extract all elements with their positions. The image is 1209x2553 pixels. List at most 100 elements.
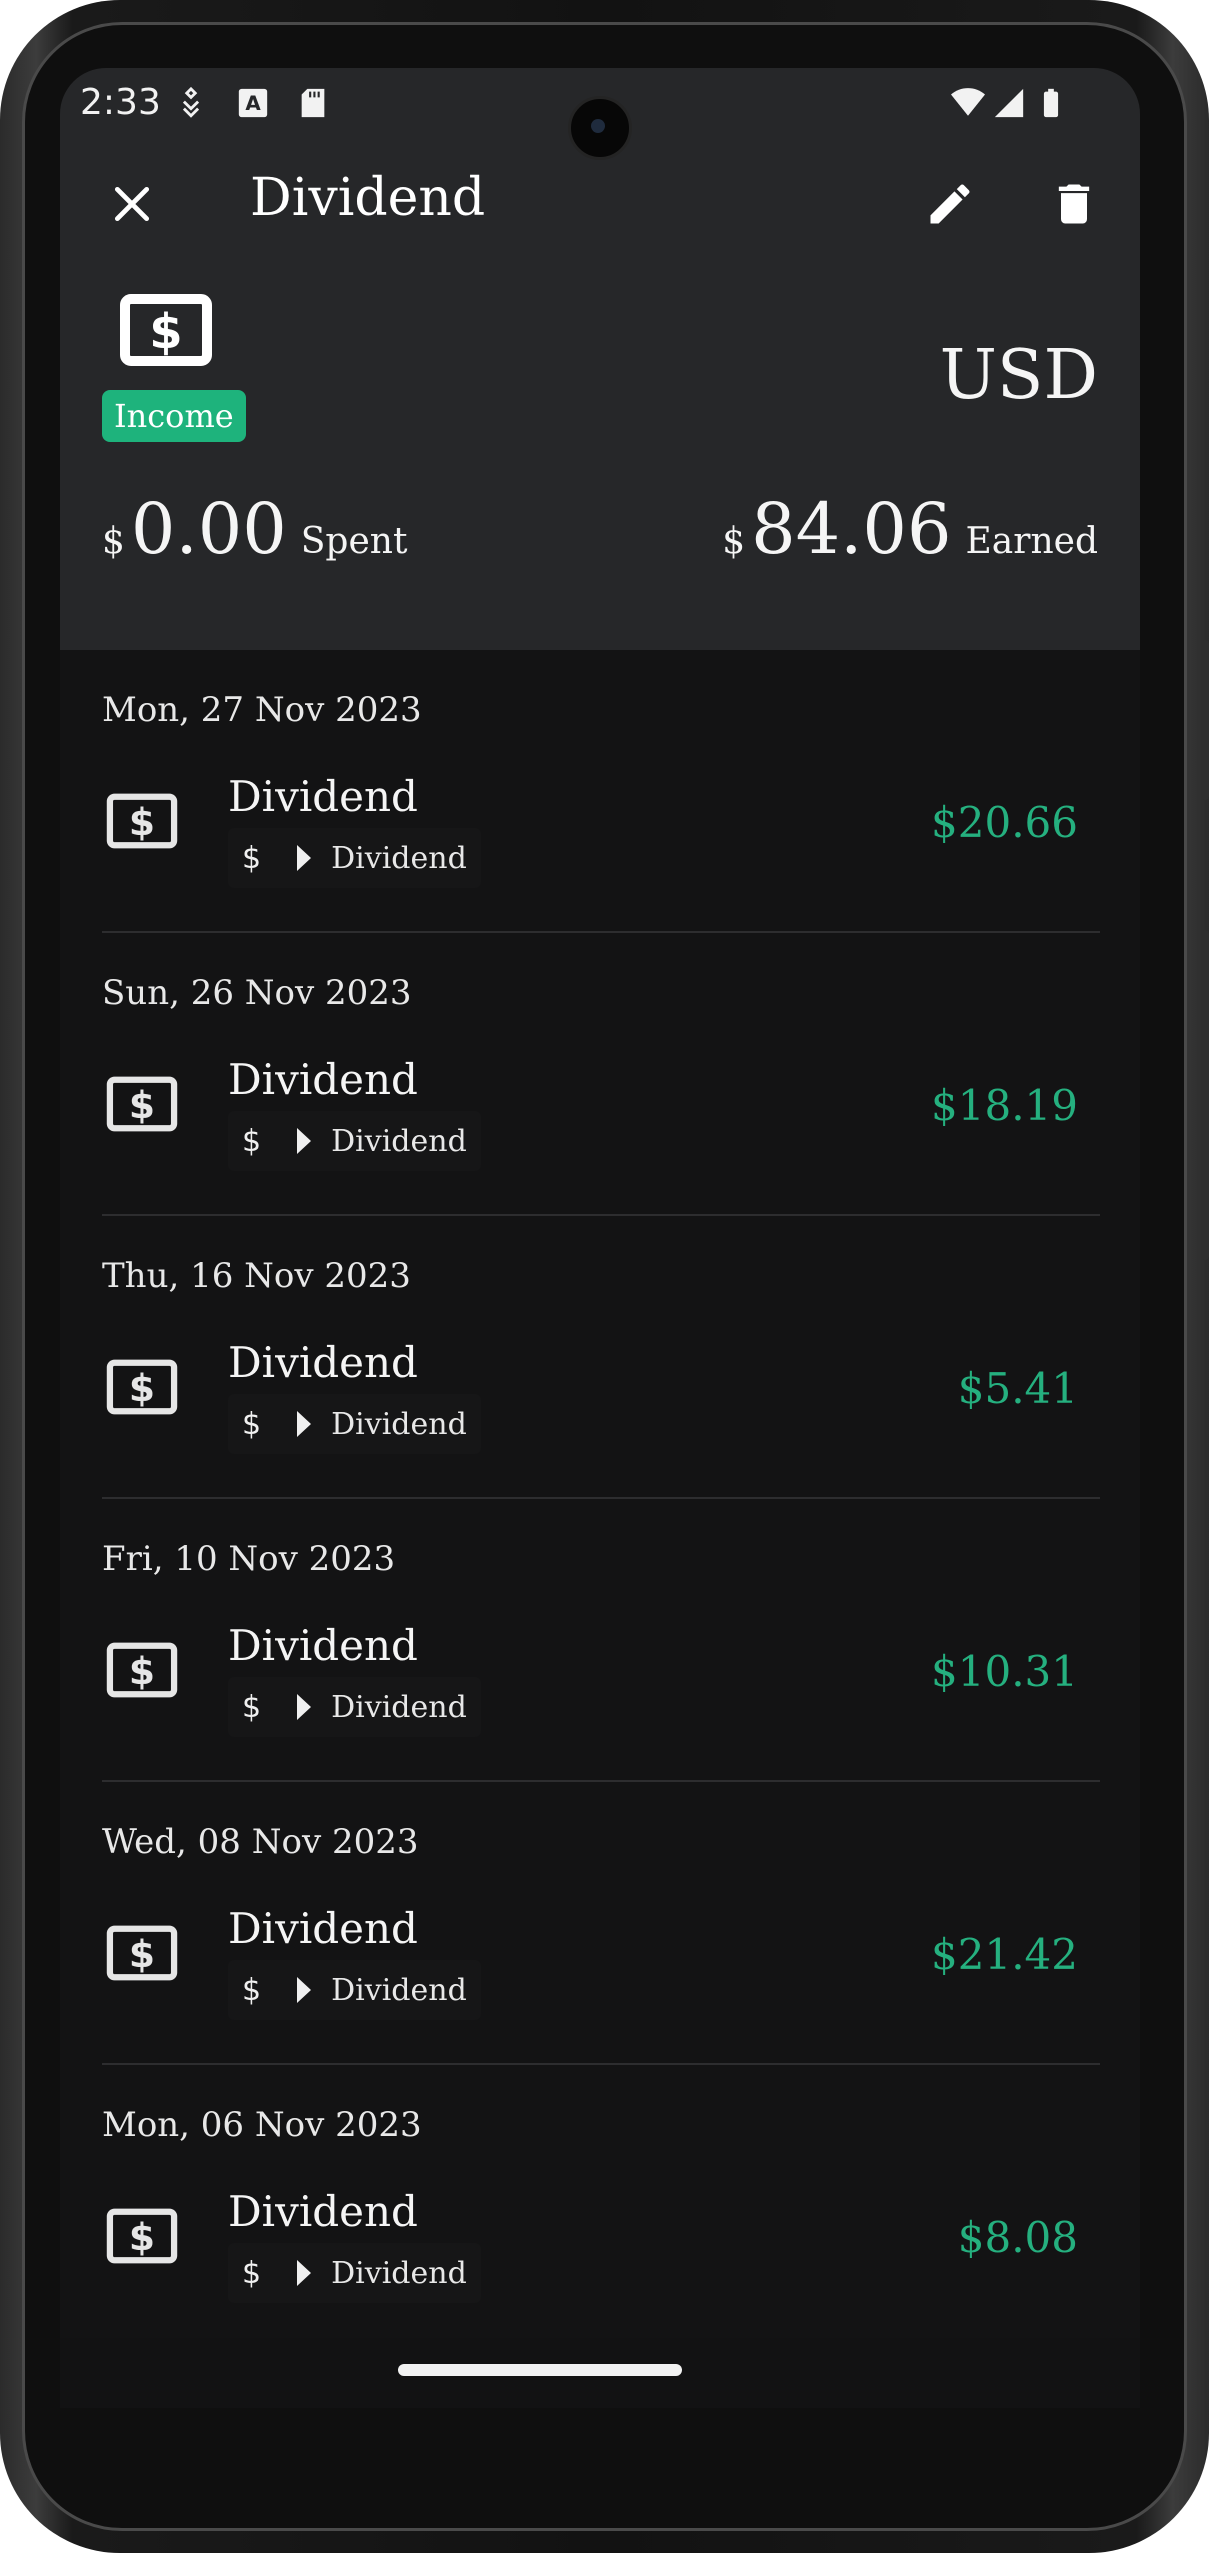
account-symbol: $ <box>242 1406 262 1442</box>
transaction-date: Wed, 08 Nov 2023 <box>102 1822 419 1862</box>
currency-code: USD <box>939 336 1098 415</box>
power-button <box>1201 640 1209 800</box>
transaction-category: Dividend <box>331 840 467 876</box>
transaction-title: Dividend <box>228 772 418 821</box>
transaction-group: Mon, 27 Nov 2023 $ Dividend $ Dividend $… <box>102 650 1100 933</box>
svg-text:A: A <box>245 92 261 115</box>
transaction-row[interactable]: $ Dividend $ Dividend $18.19 <box>102 1043 1100 1183</box>
transaction-amount: $21.42 <box>931 1930 1078 1979</box>
account-symbol: $ <box>242 840 262 876</box>
transaction-date: Fri, 10 Nov 2023 <box>102 1539 396 1579</box>
home-gesture-handle[interactable] <box>398 2364 682 2376</box>
close-button[interactable] <box>92 164 172 244</box>
transaction-date: Sun, 26 Nov 2023 <box>102 973 412 1013</box>
money-bill-icon: $ <box>120 294 212 366</box>
svg-text:$: $ <box>129 1932 155 1976</box>
front-camera <box>568 96 632 160</box>
close-icon <box>114 186 150 222</box>
transaction-row[interactable]: $ Dividend $ Dividend $8.08 <box>102 2175 1100 2315</box>
transaction-account-category: $ Dividend <box>228 828 481 888</box>
transaction-title: Dividend <box>228 1621 418 1670</box>
volume-button <box>1201 930 1209 1260</box>
money-bill-icon: $ <box>106 1642 178 1698</box>
edit-button[interactable] <box>910 164 990 244</box>
pencil-icon <box>930 184 970 224</box>
svg-text:$: $ <box>129 1083 155 1127</box>
spent-amount: 0.00 <box>130 488 287 570</box>
transaction-row[interactable]: $ Dividend $ Dividend $5.41 <box>102 1326 1100 1466</box>
chevron-right-icon <box>297 1694 312 1720</box>
transaction-category: Dividend <box>331 1972 467 2008</box>
chevron-right-icon <box>297 845 312 871</box>
transaction-category: Dividend <box>331 1406 467 1442</box>
transaction-account-category: $ Dividend <box>228 1111 481 1171</box>
transaction-amount: $8.08 <box>957 2213 1078 2262</box>
page-title: Dividend <box>250 168 486 228</box>
spent-summary: $ 0.00 Spent <box>102 488 407 570</box>
transaction-amount: $10.31 <box>931 1647 1078 1696</box>
transaction-amount: $20.66 <box>931 798 1078 847</box>
transaction-title: Dividend <box>228 1904 418 1953</box>
transaction-row[interactable]: $ Dividend $ Dividend $20.66 <box>102 760 1100 900</box>
transaction-group: Sun, 26 Nov 2023 $ Dividend $ Dividend $… <box>102 933 1100 1216</box>
transaction-account-category: $ Dividend <box>228 1960 481 2020</box>
spent-currency-symbol: $ <box>102 521 125 562</box>
transaction-group: Mon, 06 Nov 2023 $ Dividend $ Dividend $… <box>102 2065 1100 2348</box>
transaction-list: Mon, 27 Nov 2023 $ Dividend $ Dividend $… <box>102 650 1100 2348</box>
spent-label: Spent <box>300 521 408 562</box>
transaction-account-category: $ Dividend <box>228 1677 481 1737</box>
status-bar: 2:33 A <box>60 68 1140 168</box>
transaction-group: Thu, 16 Nov 2023 $ Dividend $ Dividend $… <box>102 1216 1100 1499</box>
chevron-right-icon <box>297 2260 312 2286</box>
sd-card-icon <box>301 88 325 118</box>
account-symbol: $ <box>242 1123 262 1159</box>
account-symbol: $ <box>242 2255 262 2291</box>
transaction-date: Mon, 06 Nov 2023 <box>102 2105 422 2145</box>
transaction-date: Thu, 16 Nov 2023 <box>102 1256 411 1296</box>
account-symbol: $ <box>242 1972 262 2008</box>
chevron-right-icon <box>297 1411 312 1437</box>
earned-amount: 84.06 <box>751 488 952 570</box>
transaction-amount: $18.19 <box>931 1081 1078 1130</box>
svg-text:$: $ <box>129 1366 155 1410</box>
money-bill-icon: $ <box>106 1359 178 1415</box>
transaction-group: Wed, 08 Nov 2023 $ Dividend $ Dividend $… <box>102 1782 1100 2065</box>
phone-frame: 2:33 A Dividend $ Income USD $ 0.00 Spen… <box>0 0 1209 2553</box>
svg-text:$: $ <box>149 304 182 360</box>
earned-label: Earned <box>965 521 1099 562</box>
transaction-account-category: $ Dividend <box>228 1394 481 1454</box>
category-header: 2:33 A Dividend $ Income USD $ 0.00 Spen… <box>60 68 1140 650</box>
transaction-row[interactable]: $ Dividend $ Dividend $21.42 <box>102 1892 1100 2032</box>
transaction-category: Dividend <box>331 1689 467 1725</box>
chevron-right-icon <box>297 1128 312 1154</box>
svg-text:$: $ <box>129 2215 155 2259</box>
transaction-category: Dividend <box>331 1123 467 1159</box>
money-bill-icon: $ <box>106 793 178 849</box>
transaction-title: Dividend <box>228 2187 418 2236</box>
accessibility-icon <box>182 86 200 118</box>
income-type-badge: Income <box>102 390 246 442</box>
status-time: 2:33 <box>80 82 161 123</box>
translate-icon: A <box>238 88 268 118</box>
money-bill-icon: $ <box>106 1925 178 1981</box>
earned-summary: $ 84.06 Earned <box>722 488 1098 570</box>
money-bill-icon: $ <box>106 1076 178 1132</box>
transaction-title: Dividend <box>228 1055 418 1104</box>
wifi-icon <box>951 88 985 116</box>
transaction-account-category: $ Dividend <box>228 2243 481 2303</box>
trash-icon <box>1058 184 1090 224</box>
delete-button[interactable] <box>1034 164 1114 244</box>
chevron-right-icon <box>297 1977 312 2003</box>
app-screen: 2:33 A Dividend $ Income USD $ 0.00 Spen… <box>60 68 1140 2408</box>
svg-text:$: $ <box>129 1649 155 1693</box>
transaction-date: Mon, 27 Nov 2023 <box>102 690 422 730</box>
earned-currency-symbol: $ <box>722 521 746 562</box>
account-symbol: $ <box>242 1689 262 1725</box>
transaction-category: Dividend <box>331 2255 467 2291</box>
cellular-signal-icon <box>994 88 1024 118</box>
money-bill-icon: $ <box>106 2208 178 2264</box>
svg-text:$: $ <box>129 800 155 844</box>
transaction-group: Fri, 10 Nov 2023 $ Dividend $ Dividend $… <box>102 1499 1100 1782</box>
battery-icon <box>1043 88 1059 118</box>
transaction-row[interactable]: $ Dividend $ Dividend $10.31 <box>102 1609 1100 1749</box>
